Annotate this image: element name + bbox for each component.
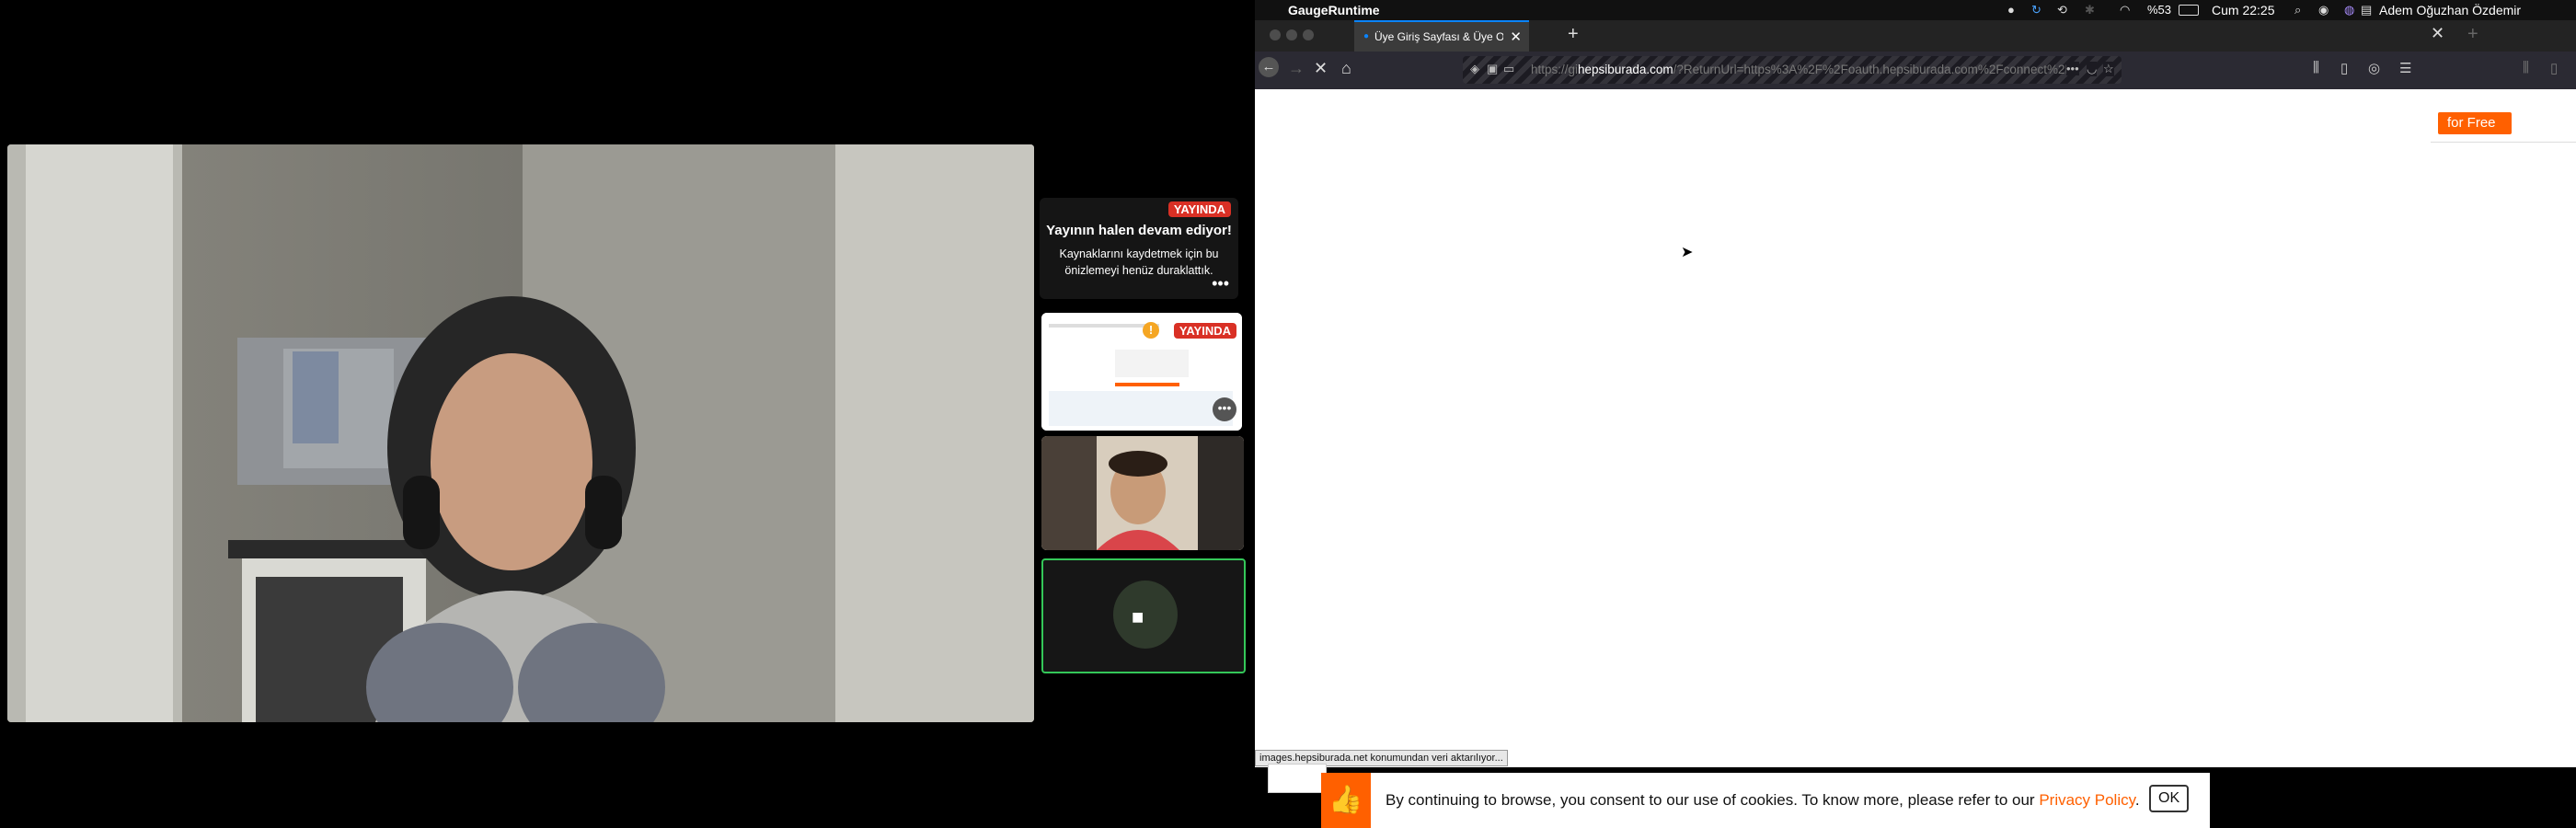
- page-content: [1255, 89, 2431, 767]
- permissions-icon[interactable]: ▭: [1503, 62, 1514, 76]
- url-host: hepsiburada.com: [1578, 63, 1673, 76]
- sidebar-icon[interactable]: ▯: [2340, 60, 2348, 76]
- control-center-icon[interactable]: ◉: [2318, 3, 2329, 17]
- live-badge: YAYINDA: [1167, 201, 1231, 217]
- background-header: for Free: [2431, 89, 2576, 143]
- signup-free-button[interactable]: for Free: [2438, 112, 2512, 134]
- home-button[interactable]: ⌂: [1341, 59, 1351, 78]
- navigation-bar: ← → ✕ ⌂ ◈ ▣ ▭ https://gihepsiburada.com/…: [1255, 52, 2576, 89]
- page-actions-icon[interactable]: •••: [2066, 62, 2079, 75]
- back-button[interactable]: ←: [1259, 57, 1279, 77]
- siri-icon[interactable]: ◍: [2344, 3, 2354, 17]
- library-icon-2[interactable]: ⫼: [2523, 60, 2529, 75]
- cookie-banner: 👍 By continuing to browse, you consent t…: [1321, 773, 2210, 828]
- wifi-icon[interactable]: ◠: [2120, 3, 2130, 17]
- sync-icon[interactable]: ↻: [2031, 3, 2041, 17]
- url-text: https://gihepsiburada.com/?ReturnUrl=htt…: [1531, 63, 2073, 76]
- screen-share-tile[interactable]: ! YAYINDA •••: [1041, 313, 1242, 431]
- participant-video-tile[interactable]: [1041, 436, 1244, 550]
- battery-icon[interactable]: [2179, 5, 2199, 16]
- thumbs-up-icon: 👍: [1321, 773, 1371, 828]
- user-name[interactable]: Adem Oğuzhan Özdemir: [2379, 3, 2521, 17]
- live-status-card: YAYINDA Yayının halen devam ediyor! Kayn…: [1040, 198, 1238, 299]
- new-tab-button[interactable]: +: [1568, 24, 1579, 45]
- browser-tab-active[interactable]: ● Üye Giriş Sayfası & Üye Ol - He ✕: [1354, 20, 1529, 52]
- battery-percent: %53: [2147, 3, 2172, 17]
- screen-live-badge: YAYINDA: [1173, 323, 1236, 339]
- close-tab-icon[interactable]: ✕: [1510, 29, 1522, 45]
- sidebar-icon-2[interactable]: ▯: [2550, 60, 2558, 76]
- bluetooth-icon[interactable]: ✱: [2085, 3, 2095, 17]
- bookmark-star-icon[interactable]: ☆: [2103, 62, 2114, 76]
- background-page: for Free: [2431, 89, 2576, 767]
- notification-icon[interactable]: ▤: [2361, 3, 2372, 17]
- menu-icon[interactable]: ☰: [2399, 60, 2411, 76]
- account-icon[interactable]: ◎: [2368, 60, 2380, 76]
- stop-loading-button[interactable]: ✕: [1314, 59, 1328, 78]
- camera-off-tile[interactable]: ■: [1041, 558, 1246, 673]
- browser-window: ● Üye Giriş Sayfası & Üye Ol - He ✕ + ✕ …: [1255, 20, 2576, 767]
- time-machine-icon[interactable]: ⟲: [2057, 3, 2067, 17]
- record-icon[interactable]: ●: [2007, 3, 2015, 17]
- live-title: Yayının halen devam ediyor!: [1046, 223, 1232, 238]
- close-window-button[interactable]: [1270, 29, 1281, 40]
- privacy-policy-link[interactable]: Privacy Policy: [2039, 791, 2135, 809]
- zoom-window-button[interactable]: [1303, 29, 1314, 40]
- more-options-button[interactable]: •••: [1212, 274, 1229, 293]
- library-icon[interactable]: ⫼: [2313, 60, 2319, 75]
- menu-bar: GaugeRuntime ● ↻ ⟲ ✱ ◠ %53 Cum 22:25 ⌕ ◉…: [1255, 0, 2576, 20]
- participant-video: [1041, 436, 1244, 550]
- lock-icon[interactable]: ▣: [1487, 62, 1498, 76]
- url-bar[interactable]: ◈ ▣ ▭ https://gihepsiburada.com/?ReturnU…: [1463, 56, 2122, 84]
- cookie-text: By continuing to browse, you consent to …: [1386, 791, 2040, 809]
- close-icon[interactable]: ✕: [2431, 24, 2444, 43]
- add-tab-icon[interactable]: +: [2467, 24, 2478, 45]
- cookie-message: By continuing to browse, you consent to …: [1386, 791, 2140, 810]
- url-suffix: /?ReturnUrl=https%3A%2F%2Foauth.hepsibur…: [1673, 63, 2073, 76]
- minimize-window-button[interactable]: [1286, 29, 1297, 40]
- pocket-icon[interactable]: ◡: [2087, 62, 2098, 76]
- forward-button[interactable]: →: [1288, 59, 1305, 78]
- loading-dot-icon: ●: [1363, 31, 1370, 41]
- search-icon[interactable]: ⌕: [2294, 3, 2301, 17]
- avatar: [1113, 581, 1178, 649]
- main-video-feed: [7, 144, 1034, 722]
- cookie-ok-button[interactable]: OK: [2149, 785, 2190, 812]
- warning-icon: !: [1143, 322, 1159, 339]
- mouse-cursor-icon: ➤: [1681, 245, 1694, 260]
- clock[interactable]: Cum 22:25: [2212, 3, 2274, 17]
- url-prefix: https://gi: [1531, 63, 1579, 76]
- background-input: [1268, 764, 1327, 793]
- cookie-period: .: [2134, 791, 2140, 809]
- screen-more-button[interactable]: •••: [1213, 397, 1236, 421]
- live-description: Kaynaklarını kaydetmek için bu önizlemey…: [1059, 247, 1219, 277]
- app-name[interactable]: GaugeRuntime: [1288, 3, 1380, 17]
- shield-icon[interactable]: ◈: [1470, 62, 1479, 76]
- video-camera-icon: ■: [1132, 605, 1144, 628]
- tab-title: Üye Giriş Sayfası & Üye Ol - He: [1374, 30, 1503, 43]
- webcam-image: [7, 144, 1034, 722]
